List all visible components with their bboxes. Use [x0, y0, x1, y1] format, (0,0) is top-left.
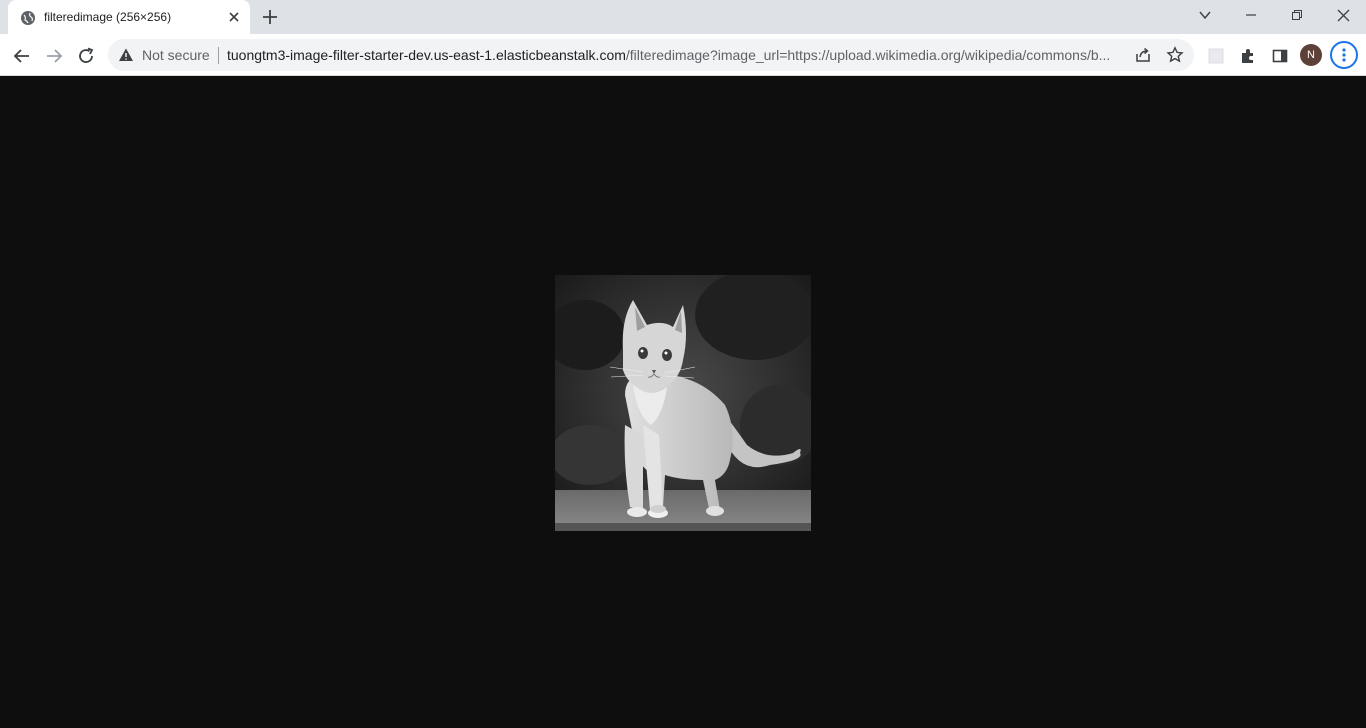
warning-icon[interactable]	[118, 47, 134, 63]
puzzle-icon	[1242, 49, 1253, 63]
url-text[interactable]: tuongtm3-image-filter-starter-dev.us-eas…	[227, 47, 1127, 63]
restore-button[interactable]	[1274, 0, 1320, 30]
browser-menu-button[interactable]	[1330, 41, 1358, 69]
url-path: /filteredimage?image_url=https://upload.…	[625, 47, 1111, 63]
extension-placeholder-icon	[1208, 48, 1224, 64]
side-panel-icon	[1272, 49, 1288, 63]
omnibox-divider	[218, 47, 219, 64]
security-label[interactable]: Not secure	[142, 47, 210, 63]
extension-button[interactable]	[1202, 42, 1230, 70]
active-tab[interactable]: filteredimage (256×256)	[8, 0, 250, 34]
grayscale-kitten-image[interactable]	[555, 275, 811, 531]
profile-avatar[interactable]: N	[1300, 44, 1322, 66]
forward-button[interactable]	[40, 42, 68, 70]
tab-title: filteredimage (256×256)	[44, 10, 172, 24]
address-bar[interactable]: Not secure tuongtm3-image-filter-starter…	[108, 39, 1194, 71]
bookmark-star-icon[interactable]	[1166, 46, 1184, 64]
back-button[interactable]	[8, 42, 36, 70]
extensions-menu-button[interactable]	[1234, 42, 1262, 70]
new-tab-icon[interactable]	[259, 6, 281, 28]
page-viewport	[0, 77, 1366, 728]
tab-search-button[interactable]	[1182, 0, 1228, 30]
kitten-illustration	[555, 275, 811, 531]
globe-icon	[21, 11, 35, 25]
browser-toolbar: Not secure tuongtm3-image-filter-starter…	[0, 34, 1366, 76]
share-icon[interactable]	[1134, 46, 1152, 64]
minimize-button[interactable]	[1228, 0, 1274, 30]
tab-strip: filteredimage (256×256)	[0, 0, 1366, 34]
close-tab-icon[interactable]	[226, 9, 242, 25]
side-panel-button[interactable]	[1266, 42, 1294, 70]
restore-icon	[1292, 10, 1302, 20]
close-window-button[interactable]	[1320, 0, 1366, 30]
arrow-left-icon	[13, 49, 29, 63]
kebab-menu-icon	[1342, 48, 1346, 62]
minimize-icon	[1246, 14, 1256, 16]
reload-button[interactable]	[72, 42, 100, 70]
arrow-right-icon	[47, 49, 63, 63]
reload-icon	[79, 47, 94, 63]
url-host: tuongtm3-image-filter-starter-dev.us-eas…	[227, 47, 626, 63]
close-icon	[1337, 9, 1349, 21]
chevron-down-icon	[1199, 11, 1211, 20]
